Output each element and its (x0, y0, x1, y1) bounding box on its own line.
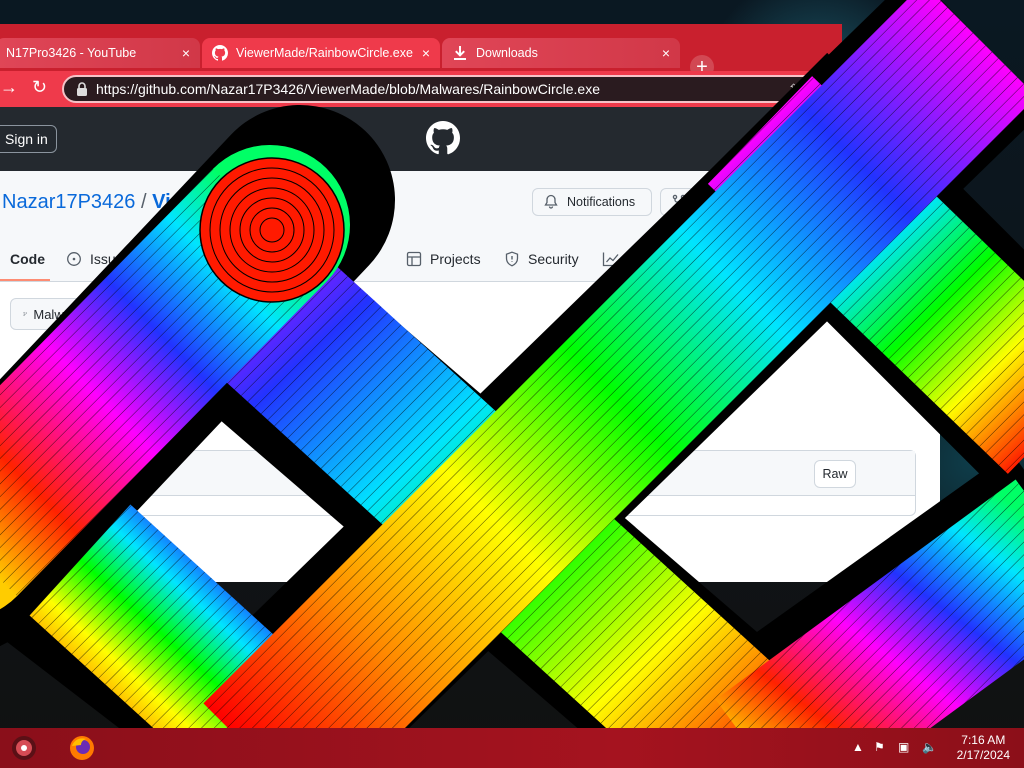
volume-muted-icon[interactable]: 🔈 (922, 740, 937, 754)
tab-projects-label: Projects (430, 251, 481, 267)
tab-code[interactable]: Code (0, 243, 45, 275)
browser-toolbar: → ↻ https://github.com/Nazar17P3426/View… (0, 71, 842, 107)
show-hidden-icons-icon[interactable]: ▲ (852, 740, 864, 754)
branch-selector[interactable]: Malwares (10, 298, 90, 330)
taskbar: ▲ ⚑ ▣ 🔈 7:16 AM 2/17/2024 (0, 728, 1024, 768)
tab-actions[interactable]: Actions (320, 243, 366, 275)
tab-security-label: Security (528, 251, 579, 267)
forward-button[interactable]: → (0, 77, 18, 98)
file-header (1, 451, 915, 496)
bell-icon (544, 194, 558, 209)
close-icon[interactable]: × (662, 45, 670, 61)
graph-icon (602, 252, 619, 267)
file-view: Malwares Raw (0, 282, 940, 582)
repo-separator: / (141, 191, 147, 213)
tab-actions-label: Actions (320, 251, 366, 267)
selected-tab-underline (0, 279, 50, 281)
repo-name-link[interactable]: ViewerMade (152, 191, 267, 213)
tab-security[interactable]: Security (504, 243, 579, 275)
tab-youtube[interactable]: N17Pro3426 - YouTube × (0, 38, 200, 68)
tab-title: Downloads (476, 46, 538, 60)
github-icon (212, 45, 228, 61)
clock-date: 2/17/2024 (956, 748, 1010, 762)
tab-github[interactable]: ViewerMade/RainbowCircle.exe at Malwares… (202, 38, 440, 68)
reload-button[interactable]: ↻ (32, 77, 47, 98)
system-clock[interactable]: 7:16 AM 2/17/2024 (957, 733, 1010, 763)
file-content-box (0, 450, 916, 516)
tab-projects[interactable]: Projects (406, 243, 481, 275)
sign-in-button[interactable]: Sign in (0, 125, 57, 153)
tab-insights[interactable]: Insights (602, 243, 676, 275)
lock-icon (77, 82, 87, 96)
repo-owner-link[interactable]: Nazar17P3426 (2, 191, 135, 213)
branch-icon (23, 312, 27, 316)
firefox-icon[interactable] (68, 734, 96, 762)
url-text[interactable]: https://github.com/Nazar17P3426/ViewerMa… (96, 81, 788, 97)
tab-title: N17Pro3426 - YouTube (6, 46, 137, 60)
flag-icon[interactable]: ⚑ (874, 740, 885, 754)
share-icon[interactable]: ⇪ (788, 81, 800, 98)
clock-time: 7:16 AM (961, 733, 1006, 747)
fork-label: Fork (695, 195, 720, 209)
issue-icon (67, 252, 81, 266)
fork-icon (672, 194, 686, 210)
address-bar[interactable]: https://github.com/Nazar17P3426/ViewerMa… (62, 75, 838, 103)
repo-nav: Code Issues Actions Projects Security In… (0, 243, 714, 275)
close-icon[interactable]: × (422, 45, 430, 61)
github-logo-icon[interactable] (426, 121, 460, 155)
tab-issues[interactable]: Issues (66, 243, 130, 275)
bookmark-star-icon[interactable]: ☆ (811, 81, 824, 98)
tab-downloads[interactable]: Downloads × (442, 38, 680, 68)
shield-icon (505, 251, 519, 267)
tab-code-label: Code (10, 251, 45, 267)
github-header: Sign in (0, 107, 842, 171)
projects-icon (406, 251, 422, 267)
download-icon (454, 46, 466, 60)
start-menu-icon[interactable] (10, 734, 38, 762)
tab-strip: N17Pro3426 - YouTube × ViewerMade/Rainbo… (0, 38, 844, 79)
notifications-label: Notifications (567, 195, 636, 209)
raw-button[interactable]: Raw (814, 460, 856, 488)
tab-issues-label: Issues (90, 251, 131, 267)
branch-label: Malwares (33, 306, 89, 322)
tab-insights-label: Insights (628, 251, 677, 267)
notifications-button[interactable]: Notifications (532, 188, 652, 216)
close-icon[interactable]: × (182, 45, 190, 61)
network-icon[interactable]: ▣ (898, 740, 909, 754)
repo-header: Nazar17P3426 / ViewerMade Notifications … (0, 171, 740, 282)
repo-title: Nazar17P3426 / ViewerMade (2, 191, 267, 214)
tab-title: ViewerMade/RainbowCircle.exe at Malwares (236, 46, 414, 60)
fork-button[interactable]: Fork (660, 188, 740, 216)
